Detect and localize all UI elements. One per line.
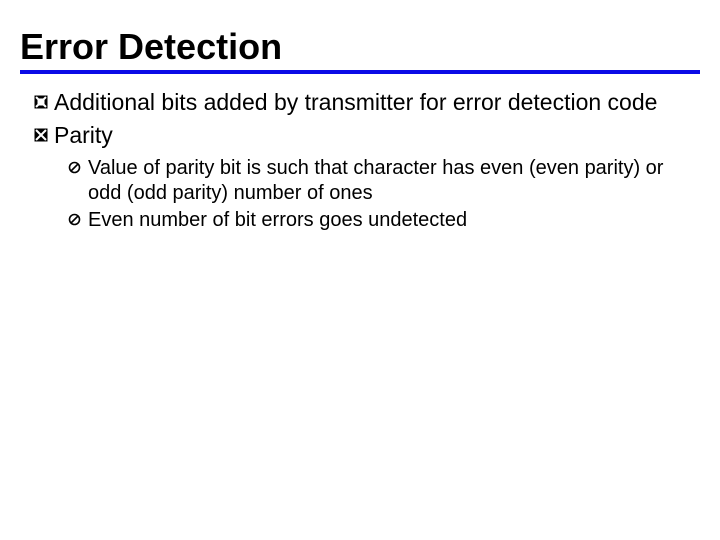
sub-bullet-text: Value of parity bit is such that charact… — [88, 156, 690, 206]
square-bullet-icon — [34, 121, 54, 149]
bullet-text: Parity — [54, 121, 690, 150]
circle-bullet-icon — [68, 156, 88, 181]
list-item: Even number of bit errors goes undetecte… — [68, 208, 690, 233]
circle-bullet-icon — [68, 208, 88, 233]
sub-bullet-text: Even number of bit errors goes undetecte… — [88, 208, 690, 233]
page-title: Error Detection — [20, 26, 700, 68]
title-underline — [20, 70, 700, 74]
list-item: Parity — [34, 121, 690, 150]
slide: Error Detection Additional bits added by… — [0, 0, 720, 540]
sub-list: Value of parity bit is such that charact… — [68, 156, 690, 233]
list-item: Value of parity bit is such that charact… — [68, 156, 690, 206]
square-bullet-icon — [34, 88, 54, 116]
content-area: Additional bits added by transmitter for… — [20, 88, 700, 233]
bullet-text: Additional bits added by transmitter for… — [54, 88, 690, 117]
list-item: Additional bits added by transmitter for… — [34, 88, 690, 117]
